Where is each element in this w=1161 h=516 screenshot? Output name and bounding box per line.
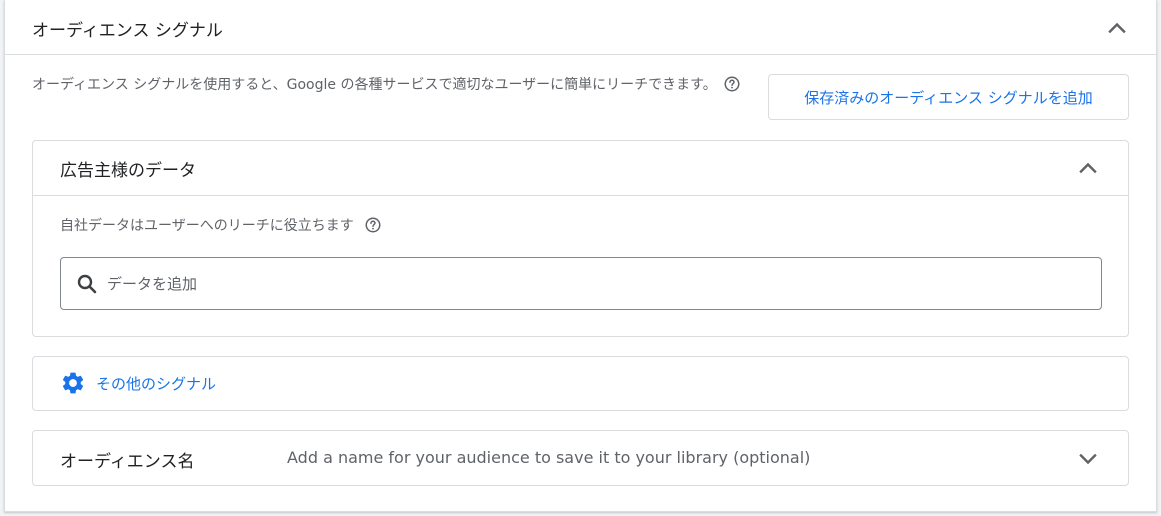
help-icon[interactable] [364,216,382,234]
advertiser-data-card: 広告主様のデータ 自社データはユーザーへのリーチに役立ちます [32,140,1129,337]
advertiser-data-header[interactable]: 広告主様のデータ [33,141,1128,196]
search-icon [75,272,99,296]
chevron-up-icon[interactable] [1105,16,1129,40]
other-signals-link[interactable]: その他のシグナル [60,370,216,396]
other-signals-card: その他のシグナル [32,356,1129,411]
advertiser-data-subtitle-text: 自社データはユーザーへのリーチに役立ちます [60,218,354,234]
audience-name-label: オーディエンス名 [60,452,195,472]
other-signals-label: その他のシグナル [96,374,217,393]
panel-description-text: オーディエンス シグナルを使用すると、Google の各種サービスで適切なユーザ… [32,77,717,93]
audience-name-card[interactable]: オーディエンス名 Add a name for your audience to… [32,430,1129,486]
chevron-down-icon[interactable] [1076,447,1100,471]
audience-signal-panel: オーディエンス シグナル オーディエンス シグナルを使用すると、Google の… [4,0,1157,512]
gear-icon [60,370,86,396]
advertiser-data-title: 広告主様のデータ [60,161,196,181]
audience-name-hint: Add a name for your audience to save it … [287,448,811,467]
data-search-box[interactable] [60,257,1102,310]
chevron-up-icon[interactable] [1076,156,1100,180]
data-search-input[interactable] [107,258,1087,309]
panel-description: オーディエンス シグナルを使用すると、Google の各種サービスで適切なユーザ… [32,74,767,96]
add-saved-signal-button[interactable]: 保存済みのオーディエンス シグナルを追加 [768,74,1129,120]
panel-title: オーディエンス シグナル [32,21,223,41]
help-icon[interactable] [723,75,741,93]
advertiser-data-subtitle: 自社データはユーザーへのリーチに役立ちます [60,215,382,235]
audience-signal-header[interactable]: オーディエンス シグナル [5,0,1156,55]
